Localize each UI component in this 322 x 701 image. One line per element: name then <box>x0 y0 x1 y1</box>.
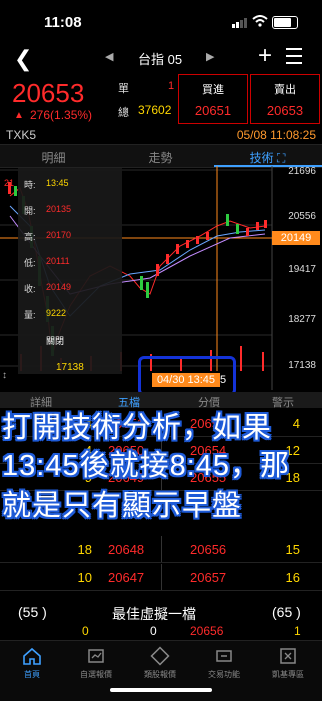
nav-trade[interactable]: 交易功能 <box>192 645 256 680</box>
prev-icon[interactable]: ◀ <box>105 50 113 63</box>
low-marker: 17138 <box>56 362 84 373</box>
menu-icon[interactable] <box>286 48 302 69</box>
left-partial-label: 21 <box>4 178 15 188</box>
status-bar: 11:08 <box>0 0 322 44</box>
single-value: 1 <box>168 80 175 92</box>
annotation-line: 打開技術分析，如果 <box>2 412 273 444</box>
tab-technical[interactable]: 技術 ⛶ <box>214 149 321 166</box>
total-label: 總 <box>118 107 129 119</box>
virtual-title: 最佳虛擬一檔 <box>112 606 196 622</box>
y-axis-label: 21696 <box>288 166 316 177</box>
chart-scroll-icon: ↕ <box>2 370 7 381</box>
annotation-line: 13:45後就接8:45，那 <box>2 450 291 482</box>
nav-watchlist[interactable]: 自選報價 <box>64 645 128 680</box>
y-axis-label: 17138 <box>288 360 316 371</box>
tooltip-close-button[interactable]: 關閉 <box>46 334 64 347</box>
symbol-code: TXK5 <box>6 128 37 142</box>
category-icon <box>150 646 170 666</box>
home-indicator <box>110 688 212 692</box>
date-tag-suffix: 5 <box>220 374 227 386</box>
tab-bar: 明細 走勢 技術 ⛶ <box>0 144 322 168</box>
up-arrow-icon: ▲ <box>14 110 24 121</box>
quote-icon <box>88 649 104 663</box>
add-icon[interactable]: + <box>258 42 272 70</box>
bid-value: 20651 <box>194 103 232 118</box>
virtual-right-count: (65 ) <box>272 604 301 620</box>
nav-home[interactable]: 首頁 <box>0 645 64 680</box>
single-label: 單 <box>118 83 129 95</box>
y-axis-label: 20556 <box>288 211 316 222</box>
chart-tooltip: 時: 13:45 開: 20135 高: 20170 低: 20111 收: 20149 … <box>18 168 122 374</box>
last-price: 20653 <box>12 78 85 108</box>
tab-alert[interactable]: 警示 <box>272 394 294 410</box>
status-time: 11:08 <box>44 14 82 31</box>
wifi-icon <box>252 15 268 27</box>
top-nav: ❮ ◀ 台指 05 ▶ + <box>0 42 322 72</box>
quote-panel: 20653 ▲ 276(1.35%) 單 1 總 37602 買進 20651 … <box>0 74 322 126</box>
tab-trend[interactable]: 走勢 <box>107 149 214 166</box>
current-price-tag: 20149 <box>272 231 320 245</box>
next-icon[interactable]: ▶ <box>206 50 214 63</box>
trade-icon <box>216 650 232 662</box>
nav-category[interactable]: 類股報價 <box>128 645 192 680</box>
y-axis-label: 19417 <box>288 264 316 275</box>
table-row[interactable]: 18 20648 20656 15 <box>0 536 322 563</box>
tab-details[interactable]: 明細 <box>0 149 107 166</box>
virtual-best-level: (55 ) 最佳虛擬一檔 (65 ) 0 0 20656 1 <box>0 600 322 640</box>
home-icon <box>23 647 41 665</box>
ask-label: 賣出 <box>274 84 296 96</box>
y-axis-label: 18277 <box>288 314 316 325</box>
table-row[interactable]: 10 20647 20657 16 <box>0 564 322 591</box>
signal-icon <box>232 18 247 28</box>
annotation-line: 就是只有顯示早盤 <box>2 490 243 522</box>
quote-datetime: 05/08 11:08:25 <box>236 128 316 142</box>
battery-icon <box>272 16 298 29</box>
ask-value: 20653 <box>266 103 304 118</box>
virtual-left-count: (55 ) <box>18 604 47 620</box>
virtual-ask-price: 20656 <box>190 624 224 638</box>
bid-box[interactable]: 買進 20651 <box>178 74 248 124</box>
virtual-bid-qty: 0 <box>82 624 89 638</box>
total-value: 37602 <box>138 103 172 117</box>
back-icon[interactable]: ❮ <box>14 46 32 72</box>
zone-icon <box>280 648 296 664</box>
date-tag: 04/30 13:45 <box>152 373 220 387</box>
bid-label: 買進 <box>202 84 224 96</box>
virtual-ask-qty: 1 <box>294 624 301 638</box>
nav-zone[interactable]: 凱基專區 <box>256 645 320 680</box>
page-title: 台指 05 <box>138 52 183 67</box>
virtual-bid-price: 0 <box>150 624 157 638</box>
price-change: 276(1.35%) <box>30 108 93 122</box>
ask-box[interactable]: 賣出 20653 <box>250 74 320 124</box>
